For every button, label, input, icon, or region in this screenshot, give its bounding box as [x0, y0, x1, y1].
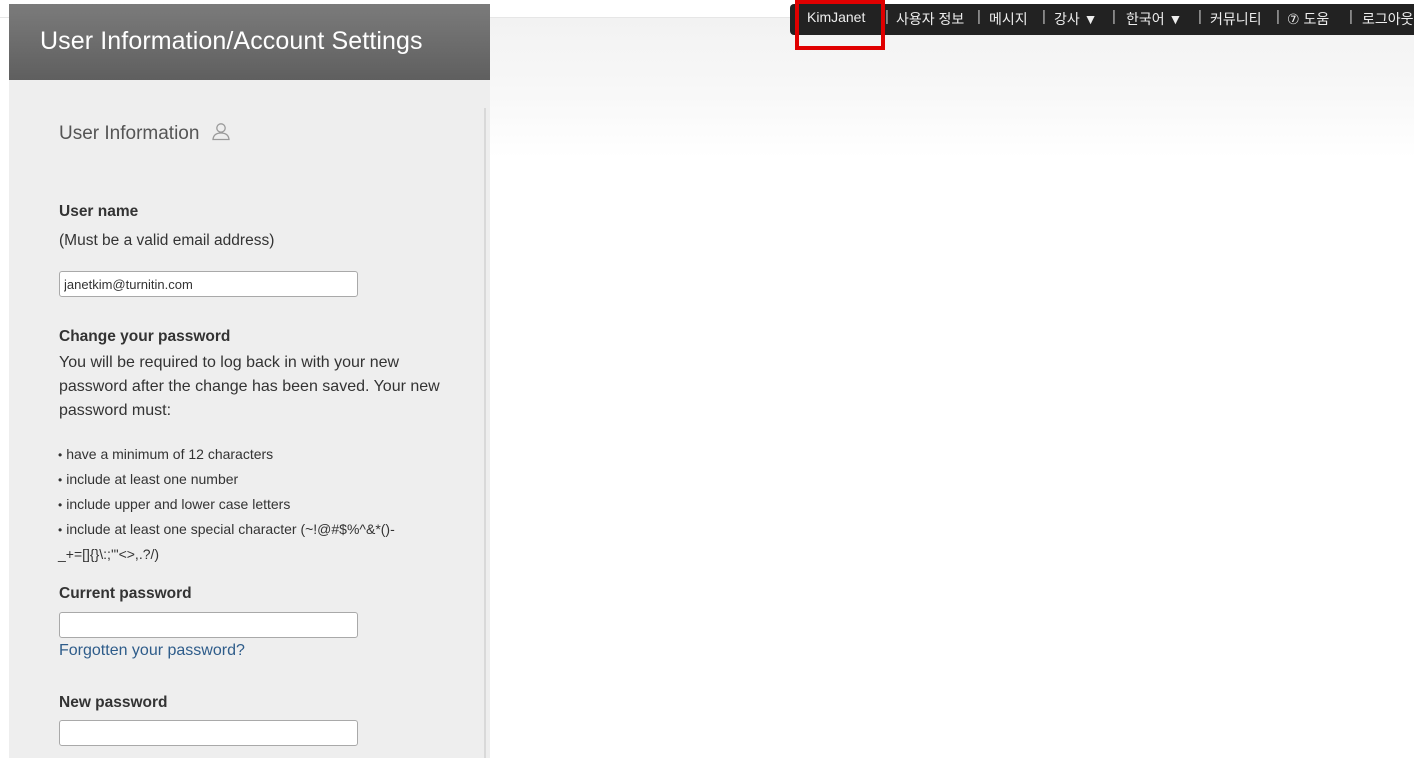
new-password-field[interactable]	[59, 720, 358, 746]
current-password-label: Current password	[59, 585, 192, 602]
nav-item-logout[interactable]: 로그아웃	[1362, 9, 1414, 29]
current-password-field[interactable]	[59, 612, 358, 638]
password-description: You will be required to log back in with…	[59, 354, 440, 419]
page-title: User Information/Account Settings	[40, 27, 423, 55]
password-rule-text: include at least one number	[66, 471, 239, 487]
panel-divider	[484, 108, 486, 758]
new-password-label: New password	[59, 694, 168, 711]
nav-item-help[interactable]: ⑦ 도움	[1287, 9, 1329, 29]
nav-separator: |	[977, 8, 981, 25]
nav-item-language-menu[interactable]: 한국어 ▼	[1126, 9, 1182, 29]
nav-separator: |	[885, 8, 889, 25]
password-rule-text: have a minimum of 12 characters	[66, 446, 274, 462]
nav-separator: |	[1276, 8, 1280, 25]
username-hint: (Must be a valid email address)	[59, 232, 275, 249]
nav-item-community[interactable]: 커뮤니티	[1210, 9, 1262, 29]
nav-separator: |	[1112, 8, 1116, 25]
password-rule: • include at least one number	[58, 471, 239, 487]
change-password-label: Change your password	[59, 328, 231, 345]
password-rule: • have a minimum of 12 characters	[58, 446, 274, 462]
password-rule-continuation: _+=[]{}\:;'"<>,.?/)	[58, 546, 160, 562]
password-rule: • include at least one special character …	[58, 521, 395, 537]
nav-item-messages[interactable]: 메시지	[989, 9, 1028, 29]
password-rule: • include upper and lower case letters	[58, 496, 291, 512]
username-label: User name	[59, 203, 139, 220]
nav-item-user-info[interactable]: 사용자 정보	[896, 9, 964, 29]
nav-separator: |	[1042, 8, 1046, 25]
username-field[interactable]	[59, 271, 358, 297]
nav-separator: |	[1198, 8, 1202, 25]
user-icon	[212, 123, 230, 141]
forgot-password-link[interactable]: Forgotten your password?	[59, 642, 245, 660]
nav-separator: |	[1349, 8, 1353, 25]
section-title-user-information: User Information	[59, 123, 200, 144]
password-rule-text: include upper and lower case letters	[66, 496, 291, 512]
highlight-box	[795, 0, 885, 50]
content-background	[490, 18, 1414, 158]
page: User Information/Account Settings User I…	[0, 0, 1414, 758]
panel-header: User Information/Account Settings	[9, 4, 490, 80]
password-rule-text: include at least one special character (…	[66, 521, 395, 537]
nav-item-instructor-menu[interactable]: 강사 ▼	[1054, 9, 1098, 29]
